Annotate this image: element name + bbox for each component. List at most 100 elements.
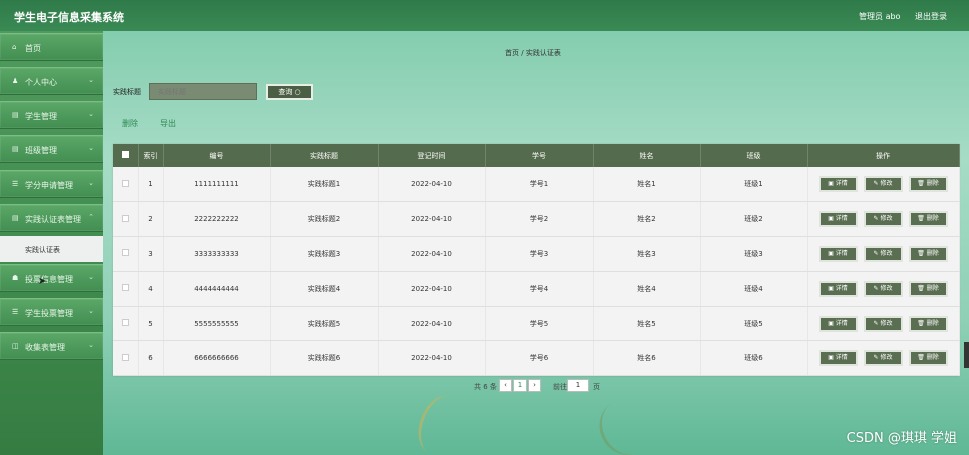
logout-link[interactable]: 退出登录 <box>915 12 947 21</box>
cell-code: 4444444444 <box>163 271 271 307</box>
cell-name: 姓名2 <box>593 201 701 238</box>
row-delete-button[interactable]: 🗑 删除 <box>908 280 948 297</box>
next-page-button[interactable]: › <box>528 379 541 392</box>
sidebar-item-home[interactable]: ⌂ 首页 <box>0 33 103 61</box>
cell-name: 姓名4 <box>593 271 701 307</box>
list-icon: ☗ <box>12 274 19 282</box>
column-header: 姓名 <box>593 144 701 167</box>
decorative-plant <box>410 389 470 455</box>
prev-page-button[interactable]: ‹ <box>499 379 512 392</box>
column-header: 索引 <box>138 144 164 167</box>
select-all-checkbox[interactable] <box>113 144 139 167</box>
cell-name: 姓名5 <box>593 306 701 342</box>
row-checkbox[interactable] <box>113 167 139 203</box>
sidebar-item-label: 学生投票管理 <box>25 309 73 318</box>
pagination-total: 共 6 条 <box>474 383 497 391</box>
cell-student-id: 学号4 <box>485 271 594 307</box>
list-icon: ▤ <box>12 111 19 119</box>
edit-button[interactable]: ✎ 修改 <box>863 245 903 262</box>
sidebar-item-label: 学分申请管理 <box>25 181 73 190</box>
cell-index: 4 <box>138 271 164 307</box>
scroll-handle[interactable] <box>964 342 969 368</box>
table-row: 2 2222222222 实践标题2 2022-04-10 学号2 姓名2 班级… <box>113 201 960 238</box>
row-delete-button[interactable]: 🗑 删除 <box>908 245 948 262</box>
edit-button[interactable]: ✎ 修改 <box>863 315 903 332</box>
row-checkbox[interactable] <box>113 340 139 377</box>
sidebar-item-profile[interactable]: ♟ 个人中心 ⌄ <box>0 67 103 95</box>
sidebar-item-practice-certification[interactable]: ▤ 实践认证表管理 ⌃ <box>0 204 103 232</box>
user-icon: ♟ <box>12 77 19 85</box>
table-row: 6 6666666666 实践标题6 2022-04-10 学号6 姓名6 班级… <box>113 340 960 377</box>
chevron-down-icon: ⌄ <box>88 110 94 118</box>
cell-date: 2022-04-10 <box>378 167 486 203</box>
cell-title: 实践标题1 <box>270 167 379 203</box>
cell-student-id: 学号3 <box>485 236 594 272</box>
cell-index: 5 <box>138 306 164 342</box>
cell-index: 2 <box>138 201 164 238</box>
breadcrumb-home[interactable]: 首页 <box>505 49 519 57</box>
detail-button[interactable]: ▣ 详情 <box>818 315 858 332</box>
edit-button[interactable]: ✎ 修改 <box>863 350 903 367</box>
column-header: 操作 <box>807 144 960 167</box>
cell-title: 实践标题4 <box>270 271 379 307</box>
row-delete-button[interactable]: 🗑 删除 <box>908 350 948 367</box>
row-delete-button[interactable]: 🗑 删除 <box>908 211 948 228</box>
sidebar-item-label: 首页 <box>25 44 41 53</box>
detail-button[interactable]: ▣ 详情 <box>818 211 858 228</box>
detail-button[interactable]: ▣ 详情 <box>818 245 858 262</box>
table-header-row: 索引 编号 实践标题 登记时间 学号 姓名 班级 操作 <box>113 144 960 167</box>
sidebar-item-collection-forms[interactable]: ◫ 收集表管理 ⌄ <box>0 332 103 360</box>
edit-button[interactable]: ✎ 修改 <box>863 211 903 228</box>
chevron-down-icon: ⌄ <box>88 307 94 315</box>
table-row: 5 5555555555 实践标题5 2022-04-10 学号5 姓名5 班级… <box>113 306 960 342</box>
cell-date: 2022-04-10 <box>378 306 486 342</box>
breadcrumb: 首页 / 实践认证表 <box>505 48 561 58</box>
list-icon: ☰ <box>12 308 19 316</box>
cell-date: 2022-04-10 <box>378 340 486 377</box>
detail-button[interactable]: ▣ 详情 <box>818 350 858 367</box>
cell-index: 1 <box>138 167 164 203</box>
cell-index: 3 <box>138 236 164 272</box>
row-delete-button[interactable]: 🗑 删除 <box>908 176 948 193</box>
sidebar-item-student-votes[interactable]: ☰ 学生投票管理 ⌄ <box>0 298 103 326</box>
detail-button[interactable]: ▣ 详情 <box>818 280 858 297</box>
export-button[interactable]: 导出 <box>160 118 176 129</box>
cell-actions: ▣ 详情 ✎ 修改 🗑 删除 <box>807 201 960 238</box>
chevron-up-icon: ⌃ <box>88 213 94 221</box>
row-delete-button[interactable]: 🗑 删除 <box>908 315 948 332</box>
sidebar-item-students[interactable]: ▤ 学生管理 ⌄ <box>0 101 103 129</box>
detail-button[interactable]: ▣ 详情 <box>818 176 858 193</box>
sidebar-item-label: 个人中心 <box>25 78 57 87</box>
cell-code: 3333333333 <box>163 236 271 272</box>
cell-title: 实践标题3 <box>270 236 379 272</box>
sidebar-item-label: 班级管理 <box>25 146 57 155</box>
cell-actions: ▣ 详情 ✎ 修改 🗑 删除 <box>807 271 960 307</box>
sidebar-item-classes[interactable]: ▤ 班级管理 ⌄ <box>0 135 103 163</box>
cell-class: 班级6 <box>700 340 808 377</box>
cell-actions: ▣ 详情 ✎ 修改 🗑 删除 <box>807 167 960 203</box>
sidebar-item-credit-applications[interactable]: ☰ 学分申请管理 ⌄ <box>0 170 103 198</box>
list-icon: ▤ <box>12 145 19 153</box>
cell-actions: ▣ 详情 ✎ 修改 🗑 删除 <box>807 306 960 342</box>
edit-button[interactable]: ✎ 修改 <box>863 176 903 193</box>
search-button[interactable]: 查询 ○ <box>266 84 313 100</box>
sidebar-subitem-label: 实践认证表 <box>25 246 60 254</box>
row-checkbox[interactable] <box>113 201 139 238</box>
row-checkbox[interactable] <box>113 236 139 272</box>
edit-button[interactable]: ✎ 修改 <box>863 280 903 297</box>
list-icon: ◫ <box>12 342 19 350</box>
goto-page-input[interactable]: 1 <box>567 379 589 392</box>
row-checkbox[interactable] <box>113 306 139 342</box>
cell-code: 2222222222 <box>163 201 271 238</box>
delete-button[interactable]: 删除 <box>122 118 138 129</box>
chevron-down-icon: ⌄ <box>88 179 94 187</box>
search-input[interactable] <box>149 83 257 100</box>
sidebar-subitem-practice-table[interactable]: 实践认证表 <box>0 236 103 262</box>
cell-date: 2022-04-10 <box>378 271 486 307</box>
cell-actions: ▣ 详情 ✎ 修改 🗑 删除 <box>807 236 960 272</box>
row-checkbox[interactable] <box>113 271 139 307</box>
sidebar-item-vote-info[interactable]: ☗ 投票信息管理 ⌄ <box>0 264 103 292</box>
breadcrumb-current: 实践认证表 <box>525 49 561 57</box>
breadcrumb-separator: / <box>521 49 524 57</box>
page-number-1[interactable]: 1 <box>513 379 527 392</box>
